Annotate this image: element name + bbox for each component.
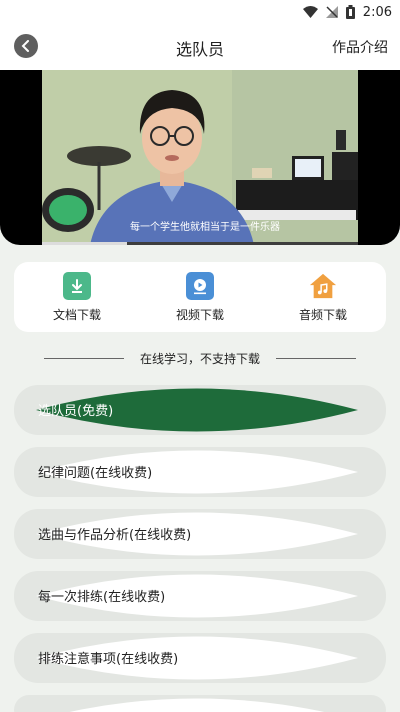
- lesson-label: 纪律问题(在线收费): [38, 466, 153, 481]
- lesson-item[interactable]: 选队员(免费): [14, 385, 386, 435]
- lesson-item-partial[interactable]: [14, 695, 386, 712]
- video-progress-fill: [42, 242, 128, 245]
- online-learning-divider: 在线学习，不支持下载: [44, 348, 357, 368]
- download-card: 文档下载 视频下载 音频下载: [14, 262, 386, 332]
- document-download-label: 文档下载: [52, 308, 101, 322]
- lesson-label: 选队员(免费): [38, 404, 114, 419]
- status-time: 2:06: [362, 4, 392, 20]
- video-progress-bar[interactable]: [42, 242, 358, 245]
- lesson-label: 排练注意事项(在线收费): [38, 652, 179, 667]
- video-subtitle: 每一个学生他就相当于是一件乐器: [130, 222, 280, 233]
- video-download-label: 视频下载: [175, 308, 224, 322]
- video-frame: 每一个学生他就相当于是一件乐器: [42, 70, 358, 245]
- lesson-item[interactable]: 纪律问题(在线收费): [14, 447, 386, 497]
- status-icons: 2:06: [302, 3, 392, 21]
- audio-download-button[interactable]: 音频下载: [278, 272, 368, 326]
- audio-download-label: 音频下载: [298, 308, 347, 322]
- lesson-item[interactable]: 每一次排练(在线收费): [14, 571, 386, 621]
- video-play-icon: [186, 272, 214, 300]
- lesson-item[interactable]: 选曲与作品分析(在线收费): [14, 509, 386, 559]
- battery-icon: [345, 5, 355, 19]
- lesson-label: 选曲与作品分析(在线收费): [38, 528, 192, 543]
- lesson-item[interactable]: 排练注意事项(在线收费): [14, 633, 386, 683]
- top-bar: 选队员 作品介绍: [0, 24, 400, 70]
- divider-line-right: [276, 357, 357, 359]
- works-intro-link[interactable]: 作品介绍: [332, 37, 388, 57]
- lesson-label: 每一次排练(在线收费): [38, 590, 166, 605]
- status-bar: 2:06: [0, 0, 400, 24]
- music-note-icon: [309, 272, 337, 300]
- lesson-leaf-bg: [69, 698, 325, 712]
- divider-text: 在线学习，不支持下载: [140, 351, 261, 366]
- video-download-button[interactable]: 视频下载: [155, 272, 245, 326]
- document-download-icon: [63, 272, 91, 300]
- video-player[interactable]: 每一个学生他就相当于是一件乐器: [0, 70, 400, 245]
- no-signal-icon: [325, 6, 338, 18]
- document-download-button[interactable]: 文档下载: [32, 272, 122, 326]
- divider-line-left: [44, 357, 124, 359]
- wifi-icon: [302, 6, 318, 18]
